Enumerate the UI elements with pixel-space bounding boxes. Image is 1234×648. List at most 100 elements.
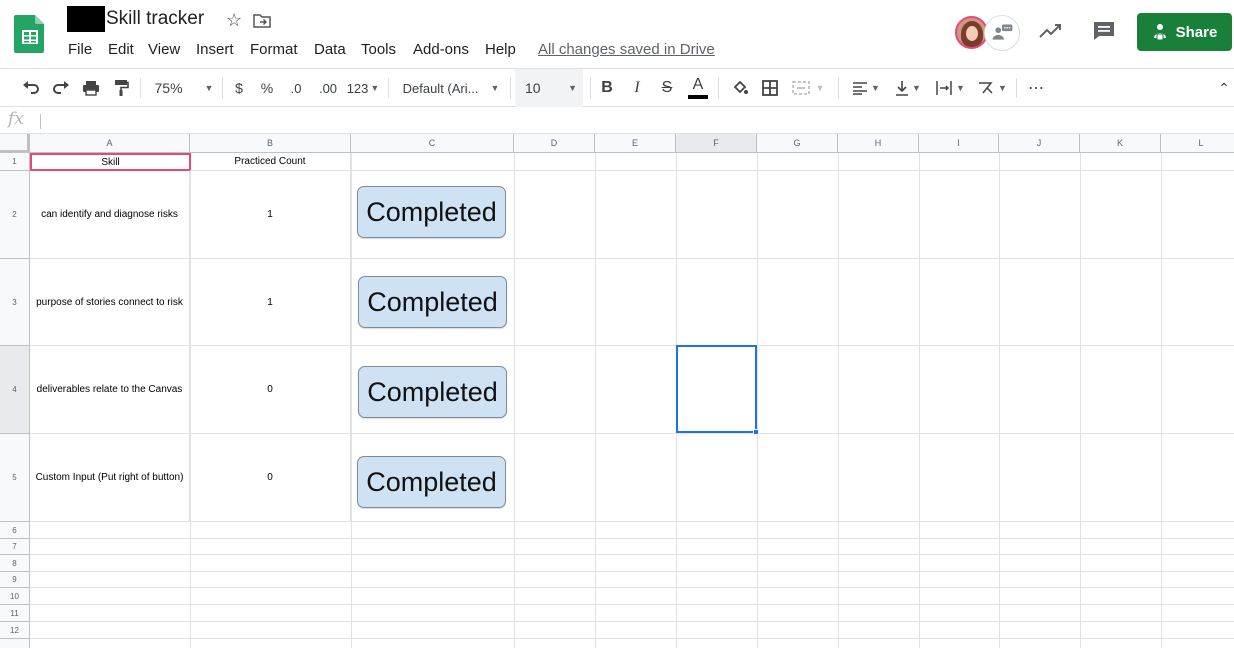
undo-icon[interactable]	[18, 69, 44, 107]
font-size-value: 10	[525, 80, 541, 96]
menu-help[interactable]: Help	[485, 41, 516, 58]
row-header-5[interactable]: 5	[0, 434, 30, 522]
cell-skill[interactable]: can identify and diagnose risks	[30, 171, 190, 259]
cell-b1-header-count[interactable]: Practiced Count	[190, 153, 351, 171]
strikethrough-button[interactable]: S	[656, 69, 678, 107]
font-family-select[interactable]: Default (Ari... ▼	[396, 69, 506, 107]
completed-button[interactable]: Completed	[357, 456, 506, 508]
decrease-decimal-button[interactable]: .0	[283, 69, 309, 107]
share-button[interactable]: Share	[1137, 13, 1232, 51]
bold-button[interactable]: B	[596, 69, 618, 107]
fill-handle[interactable]	[753, 429, 759, 435]
menu-data[interactable]: Data	[314, 41, 346, 58]
comment-history-icon[interactable]	[1092, 20, 1116, 42]
column-header-i[interactable]: I	[919, 134, 999, 153]
completed-button[interactable]: Completed	[357, 186, 506, 238]
cell-count[interactable]: 1	[190, 259, 351, 346]
star-icon[interactable]: ☆	[226, 10, 242, 31]
row-header-10[interactable]: 10	[0, 588, 30, 605]
completed-button[interactable]: Completed	[358, 366, 507, 418]
row-header-4[interactable]: 4	[0, 346, 30, 434]
row-header-1[interactable]: 1	[0, 153, 30, 171]
column-header-k[interactable]: K	[1080, 134, 1161, 153]
share-label: Share	[1175, 23, 1218, 41]
more-formats-button[interactable]: 123 ▼	[345, 69, 381, 107]
column-header-e[interactable]: E	[595, 134, 676, 153]
borders-icon[interactable]	[758, 69, 782, 107]
row-header-8[interactable]: 8	[0, 555, 30, 572]
text-rotation-icon[interactable]: ▼	[974, 69, 1010, 107]
column-header-l[interactable]: L	[1161, 134, 1234, 153]
row-header-11[interactable]: 11	[0, 605, 30, 622]
column-header-f[interactable]: F	[676, 134, 757, 153]
formula-divider	[40, 114, 41, 129]
move-to-folder-icon[interactable]	[253, 13, 271, 28]
menu-tools[interactable]: Tools	[361, 41, 396, 58]
column-header-a[interactable]: A	[30, 134, 190, 153]
cell-skill[interactable]: deliverables relate to the Canvas	[30, 346, 190, 434]
collapse-menus-icon[interactable]: ⌃	[1214, 69, 1234, 107]
cell-count[interactable]: 0	[190, 346, 351, 434]
row-header-7[interactable]: 7	[0, 539, 30, 555]
cell-a1-header-skill[interactable]: Skill	[30, 153, 191, 171]
cell-skill[interactable]: Custom Input (Put right of button)	[30, 434, 190, 522]
row-header-13[interactable]	[0, 639, 30, 648]
column-header-b[interactable]: B	[190, 134, 351, 153]
format-currency-button[interactable]: $	[228, 69, 250, 107]
menu-add-ons[interactable]: Add-ons	[413, 41, 469, 58]
increase-decimal-button[interactable]: .00	[313, 69, 343, 107]
chevron-down-icon: ▼	[956, 83, 965, 93]
column-header-h[interactable]: H	[838, 134, 919, 153]
row-header-6[interactable]: 6	[0, 522, 30, 539]
vertical-align-icon[interactable]: ▼	[890, 69, 926, 107]
menu-file[interactable]: File	[68, 41, 92, 58]
cell-skill[interactable]: purpose of stories connect to risk	[30, 259, 190, 346]
selected-cell-f4[interactable]	[676, 345, 757, 433]
select-all-corner[interactable]	[0, 134, 30, 153]
chevron-down-icon: ▼	[871, 83, 880, 93]
font-size-select[interactable]: 10 ▼	[515, 69, 583, 107]
menu-view[interactable]: View	[148, 41, 180, 58]
merge-cells-icon[interactable]: ▼	[788, 69, 828, 107]
text-color-button[interactable]: A	[686, 69, 710, 107]
horizontal-align-icon[interactable]: ▼	[848, 69, 884, 107]
sheets-logo-icon[interactable]	[14, 13, 46, 53]
column-header-c[interactable]: C	[351, 134, 514, 153]
column-header-g[interactable]: G	[757, 134, 838, 153]
row-header-2[interactable]: 2	[0, 171, 30, 259]
completed-button[interactable]: Completed	[358, 276, 507, 328]
save-status-link[interactable]: All changes saved in Drive	[538, 41, 715, 58]
toolbar: 75% ▼ $ % .0 .00 123 ▼ Default (Ari... ▼…	[0, 68, 1234, 107]
menu-format[interactable]: Format	[250, 41, 298, 58]
share-lock-icon	[1153, 24, 1166, 41]
cell-count[interactable]: 0	[190, 434, 351, 522]
sheet-grid: A B C D E F G H I J K L 1 2 3 4 5 6 7 8 …	[0, 134, 1234, 648]
menu-insert[interactable]: Insert	[196, 41, 234, 58]
column-header-j[interactable]: J	[999, 134, 1080, 153]
cell-count[interactable]: 1	[190, 171, 351, 259]
more-formats-label: 123	[346, 80, 369, 96]
formula-input[interactable]	[48, 107, 1228, 133]
row-header-12[interactable]: 12	[0, 622, 30, 639]
menu-edit[interactable]: Edit	[108, 41, 134, 58]
format-percent-button[interactable]: %	[256, 69, 278, 107]
paint-format-icon[interactable]	[108, 69, 134, 107]
column-header-d[interactable]: D	[514, 134, 595, 153]
redo-icon[interactable]	[48, 69, 74, 107]
chevron-down-icon: ▼	[815, 83, 825, 93]
formula-bar: fx	[0, 107, 1234, 134]
fill-color-icon[interactable]	[728, 69, 752, 107]
collaborator-chat-icon[interactable]	[984, 15, 1020, 51]
more-options-icon[interactable]: ⋯	[1024, 69, 1048, 107]
text-wrapping-icon[interactable]: ▼	[932, 69, 968, 107]
document-title[interactable]: Skill tracker	[106, 8, 204, 30]
chevron-down-icon: ▼	[568, 83, 577, 93]
print-icon[interactable]	[78, 69, 104, 107]
italic-button[interactable]: I	[626, 69, 648, 107]
activity-dashboard-icon[interactable]	[1038, 20, 1064, 42]
text-color-swatch	[688, 95, 708, 99]
row-header-3[interactable]: 3	[0, 259, 30, 346]
chevron-down-icon: ▼	[490, 83, 500, 93]
zoom-select[interactable]: 75% ▼	[150, 69, 218, 107]
row-header-9[interactable]: 9	[0, 572, 30, 588]
